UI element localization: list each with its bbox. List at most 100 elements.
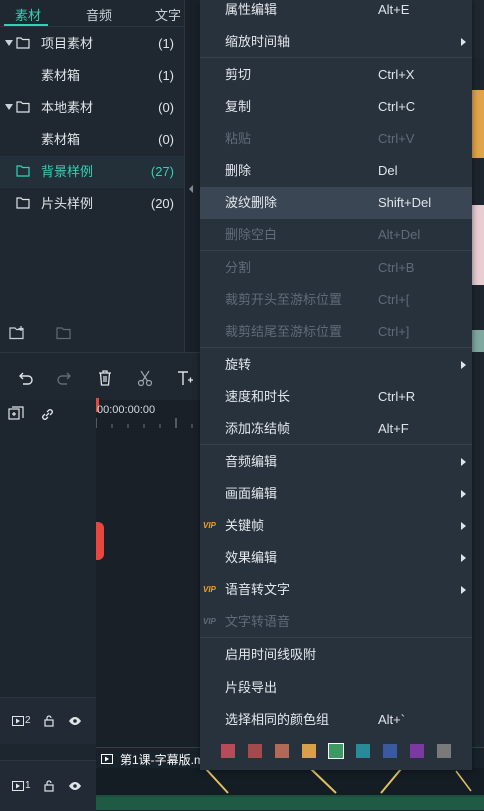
timecode: 00:00:00:00 — [97, 404, 156, 416]
menu-item-label: 缩放时间轴 — [225, 34, 291, 49]
menu-item-shortcut: Ctrl+[ — [378, 292, 410, 307]
panel-splitter[interactable] — [184, 0, 199, 352]
tree-item-local-media[interactable]: 本地素材 (0) — [0, 92, 184, 124]
folder-icon — [16, 165, 30, 177]
color-swatch[interactable] — [328, 743, 344, 759]
menu-item-timeline-snap[interactable]: 启用时间线吸附 — [200, 639, 472, 671]
tree-item-bin[interactable]: 素材箱 (1) — [0, 60, 184, 92]
tab-text[interactable]: 文字 — [155, 5, 181, 24]
track-number: 2 — [25, 715, 31, 726]
media-panel: 素材 音频 文字 项目素材 (1) 素材箱 (1) 本地素材 (0) 素材箱 (… — [0, 0, 184, 352]
menu-item-shortcut: Alt+Del — [378, 227, 421, 242]
menu-item-keyframe[interactable]: VIP 关键帧 — [200, 510, 472, 542]
tree-item-count: (1) — [158, 36, 174, 51]
menu-item-shortcut: Shift+Del — [378, 195, 432, 210]
context-menu: 属性编辑 Alt+E 缩放时间轴剪切 Ctrl+X 复制 Ctrl+C 粘贴 Ctrl+V 删除… — [200, 0, 472, 770]
menu-item-effect-edit[interactable]: 效果编辑 — [200, 542, 472, 574]
preview-thumbnail-pink — [472, 205, 484, 285]
menu-item-label: 裁剪开头至游标位置 — [225, 292, 343, 307]
color-swatch[interactable] — [410, 744, 424, 758]
menu-item-label: 粘贴 — [225, 131, 252, 146]
menu-item-label: 画面编辑 — [225, 486, 278, 501]
color-swatch[interactable] — [248, 744, 262, 758]
menu-item-copy[interactable]: 复制 Ctrl+C — [200, 91, 472, 123]
tree-item-bin[interactable]: 素材箱 (0) — [0, 124, 184, 156]
submenu-arrow-icon — [461, 458, 466, 466]
folder-disabled-icon[interactable] — [56, 327, 72, 340]
tree-item-count: (20) — [150, 196, 174, 211]
menu-item-trim-end: 裁剪结尾至游标位置 Ctrl+] — [200, 316, 472, 348]
menu-item-paste: 粘贴 Ctrl+V — [200, 123, 472, 155]
menu-item-delete[interactable]: 删除 Del — [200, 155, 472, 187]
menu-item-label: 删除 — [225, 163, 252, 178]
menu-item-label: 分割 — [225, 260, 252, 275]
menu-item-label: 添加冻结帧 — [225, 421, 291, 436]
menu-item-speed-duration[interactable]: 速度和时长 Ctrl+R — [200, 381, 472, 413]
tree-item-count: (27) — [150, 164, 174, 179]
eye-icon[interactable] — [68, 716, 82, 726]
menu-item-label: 裁剪结尾至游标位置 — [225, 324, 343, 339]
menu-item-rotate[interactable]: 旋转 — [200, 349, 472, 381]
color-swatch[interactable] — [356, 744, 370, 758]
tab-audio[interactable]: 音频 — [86, 5, 112, 24]
expand-arrow-icon[interactable] — [5, 104, 13, 110]
preview-thumbnail-orange — [472, 90, 484, 158]
color-swatch[interactable] — [275, 744, 289, 758]
video-track-icon — [12, 781, 24, 791]
eye-icon[interactable] — [68, 781, 82, 791]
add-track-icon[interactable] — [8, 406, 24, 422]
tab-media[interactable]: 素材 — [15, 5, 41, 24]
menu-item-properties[interactable]: 属性编辑 Alt+E — [200, 0, 472, 26]
menu-separator — [200, 250, 472, 251]
color-swatch[interactable] — [383, 744, 397, 758]
submenu-arrow-icon — [461, 490, 466, 498]
redo-icon[interactable] — [56, 369, 74, 387]
menu-item-select-same-color[interactable]: 选择相同的颜色组 Alt+` — [200, 704, 472, 736]
menu-item-label: 属性编辑 — [225, 2, 278, 17]
menu-item-speech-to-text[interactable]: VIP 语音转文字 — [200, 574, 472, 606]
menu-item-shortcut: Alt+` — [378, 712, 406, 727]
menu-item-shortcut: Del — [378, 163, 398, 178]
expand-arrow-icon[interactable] — [5, 40, 13, 46]
new-folder-icon[interactable] — [9, 326, 25, 340]
link-icon[interactable] — [40, 407, 55, 422]
menu-item-delete-gap: 删除空白 Alt+Del — [200, 219, 472, 251]
menu-item-zoom-timeline[interactable]: 缩放时间轴 — [200, 26, 472, 58]
collapse-arrow-icon[interactable] — [189, 185, 193, 193]
menu-item-export-segment[interactable]: 片段导出 — [200, 672, 472, 704]
menu-item-label: 音频编辑 — [225, 454, 278, 469]
tree-item-project-media[interactable]: 项目素材 (1) — [0, 28, 184, 60]
submenu-arrow-icon — [461, 522, 466, 530]
add-text-icon[interactable] — [176, 369, 194, 387]
menu-item-label: 剪切 — [225, 67, 252, 82]
lock-icon[interactable] — [44, 780, 54, 792]
undo-icon[interactable] — [16, 369, 34, 387]
menu-item-label: 复制 — [225, 99, 252, 114]
menu-item-ripple-delete[interactable]: 波纹删除 Shift+Del — [200, 187, 472, 219]
menu-item-label: 启用时间线吸附 — [225, 647, 317, 662]
timeline-track-headers — [0, 400, 96, 810]
menu-item-freeze-frame[interactable]: 添加冻结帧 Alt+F — [200, 413, 472, 445]
menu-item-cut[interactable]: 剪切 Ctrl+X — [200, 59, 472, 91]
tree-item-intro-samples[interactable]: 片头样例 (20) — [0, 188, 184, 220]
color-swatch[interactable] — [221, 744, 235, 758]
menu-item-label: 文字转语音 — [225, 614, 291, 629]
color-swatch[interactable] — [302, 744, 316, 758]
cut-icon[interactable] — [136, 369, 154, 387]
lock-icon[interactable] — [44, 715, 54, 727]
menu-item-audio-edit[interactable]: 音频编辑 — [200, 446, 472, 478]
menu-item-shortcut: Ctrl+V — [378, 131, 415, 146]
preview-strip — [472, 0, 484, 58]
video-track-icon — [12, 716, 24, 726]
menu-item-video-edit[interactable]: 画面编辑 — [200, 478, 472, 510]
vip-badge-icon: VIP — [203, 585, 216, 594]
menu-item-trim-start: 裁剪开头至游标位置 Ctrl+[ — [200, 284, 472, 316]
menu-item-label: 选择相同的颜色组 — [225, 712, 330, 727]
tree-item-label: 本地素材 — [41, 100, 94, 115]
delete-icon[interactable] — [96, 369, 114, 387]
tree-item-background-samples[interactable]: 背景样例 (27) — [0, 156, 184, 188]
menu-separator — [200, 57, 472, 58]
track-header-2: 2 — [0, 697, 96, 744]
playhead-handle[interactable] — [96, 522, 104, 560]
color-swatch[interactable] — [437, 744, 451, 758]
